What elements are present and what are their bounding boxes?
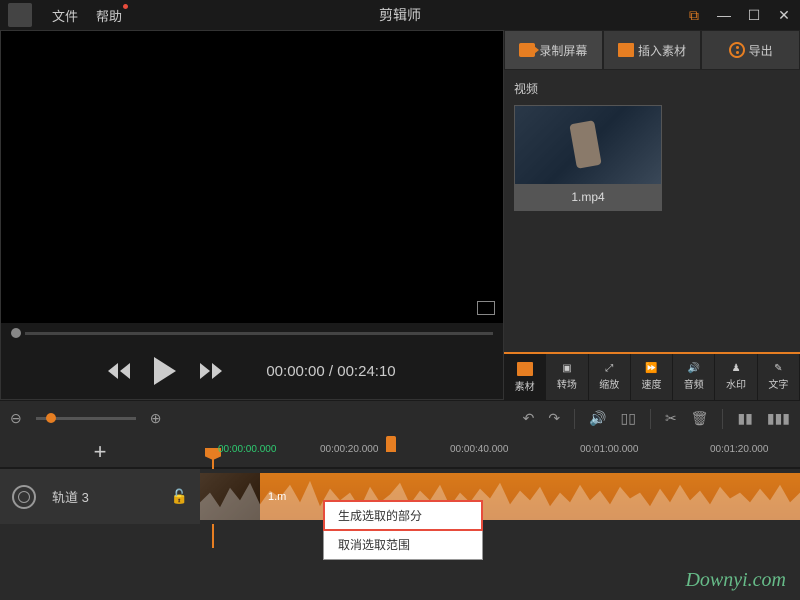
track-header[interactable]: 轨道 3 🔓 — [0, 469, 200, 524]
zoom-handle[interactable] — [46, 413, 56, 423]
delete-button[interactable]: 🗑 — [691, 410, 709, 427]
app-title: 剪辑师 — [379, 5, 421, 25]
rewind-button[interactable] — [108, 363, 130, 379]
material-label: 素材 — [515, 378, 535, 393]
current-time: 00:00:00 — [266, 363, 324, 380]
menu-help-label: 帮助 — [96, 9, 122, 24]
levels2-button[interactable]: ▮▮▮ — [767, 410, 790, 427]
volume-button[interactable]: 🔊 — [589, 410, 606, 427]
tab-transition[interactable]: ▣转场 — [546, 354, 588, 400]
lock-icon[interactable]: 🔓 — [171, 488, 188, 505]
levels-button[interactable]: ▮▮ — [737, 410, 752, 427]
notification-dot — [123, 4, 128, 9]
timeline-toolbar: ⊖ ⊕ ↶ ↷ 🔊 ▯▯ ✂ 🗑 ▮▮ ▮▮▮ — [0, 400, 800, 436]
tool-tabs: 素材 ▣转场 ⤢缩放 ⏩速度 🔊音频 ♟水印 ✎文字 — [504, 352, 800, 400]
seek-bar[interactable] — [1, 323, 503, 343]
seek-track[interactable] — [25, 332, 493, 335]
titlebar: 文件 帮助 剪辑师 ⧉ — ☐ ✕ — [0, 0, 800, 30]
record-label: 录制屏幕 — [539, 42, 587, 59]
ctx-cancel-selection[interactable]: 取消选取范围 — [324, 530, 482, 559]
export-label: 导出 — [749, 42, 773, 59]
watermark-label: 水印 — [726, 376, 746, 391]
audio-label: 音频 — [684, 376, 704, 391]
ruler-tick: 00:00:20.000 — [320, 444, 378, 455]
speed-label: 速度 — [641, 376, 661, 391]
add-track-area: + — [0, 436, 200, 467]
seek-handle[interactable] — [11, 328, 21, 338]
add-track-button[interactable]: + — [94, 439, 107, 465]
transition-label: 转场 — [557, 376, 577, 391]
total-time: 00:24:10 — [337, 363, 395, 380]
media-section-label: 视频 — [514, 80, 790, 97]
split-button[interactable]: ▯▯ — [621, 410, 636, 427]
zoom-out-button[interactable]: ⊖ — [10, 410, 22, 427]
record-screen-button[interactable]: 录制屏幕 — [504, 30, 603, 70]
sidebar-top-buttons: 录制屏幕 插入素材 导出 — [504, 30, 800, 70]
reel-icon — [729, 42, 745, 58]
fullscreen-icon[interactable] — [477, 301, 495, 315]
time-display: 00:00:00 / 00:24:10 — [266, 363, 395, 380]
media-panel: 视频 1.mp4 — [504, 70, 800, 352]
media-thumbnail[interactable]: 1.mp4 — [514, 105, 662, 211]
tab-audio[interactable]: 🔊音频 — [673, 354, 715, 400]
video-preview[interactable] — [1, 31, 503, 323]
waveform — [200, 473, 800, 520]
forward-button[interactable] — [200, 363, 222, 379]
restore-button[interactable]: ⧉ — [686, 7, 702, 24]
record-icon — [519, 43, 535, 57]
track-type-icon — [12, 485, 36, 509]
undo-button[interactable]: ↶ — [523, 410, 535, 427]
context-menu: 生成选取的部分 取消选取范围 — [323, 500, 483, 560]
close-button[interactable]: ✕ — [776, 7, 792, 24]
track-body[interactable]: 1.m — [200, 469, 800, 524]
maximize-button[interactable]: ☐ — [746, 7, 762, 24]
minimize-button[interactable]: — — [716, 7, 732, 24]
selection-end-handle[interactable] — [386, 436, 396, 452]
play-button[interactable] — [154, 357, 176, 385]
playback-controls: 00:00:00 / 00:24:10 — [1, 343, 503, 399]
cursor-time: 00:00:00.000 — [218, 444, 276, 455]
ctx-generate-selection[interactable]: 生成选取的部分 — [324, 501, 482, 530]
user-avatar[interactable] — [8, 3, 32, 27]
tab-speed[interactable]: ⏩速度 — [631, 354, 673, 400]
sidebar: 录制屏幕 插入素材 导出 视频 1.mp4 素材 ▣转场 ⤢缩放 ⏩速度 🔊音频 — [504, 30, 800, 400]
ruler-tick: 00:01:20.000 — [710, 444, 768, 455]
preview-panel: 00:00:00 / 00:24:10 — [0, 30, 504, 400]
main-area: 00:00:00 / 00:24:10 录制屏幕 插入素材 导出 视频 1.mp — [0, 30, 800, 400]
material-icon — [517, 362, 533, 376]
ruler-tick: 00:01:00.000 — [580, 444, 638, 455]
track-name: 轨道 3 — [52, 487, 155, 506]
ruler-body[interactable]: 00:00:00.000 00:00:20.000 00:00:40.000 0… — [200, 436, 800, 467]
tab-watermark[interactable]: ♟水印 — [715, 354, 757, 400]
tab-text[interactable]: ✎文字 — [758, 354, 800, 400]
tab-scale[interactable]: ⤢缩放 — [589, 354, 631, 400]
zoom-slider[interactable] — [36, 417, 136, 420]
insert-label: 插入素材 — [638, 42, 686, 59]
thumbnail-label: 1.mp4 — [515, 184, 661, 210]
scale-label: 缩放 — [599, 376, 619, 391]
video-clip[interactable]: 1.m — [200, 473, 800, 520]
ruler-tick: 00:00:40.000 — [450, 444, 508, 455]
tab-material[interactable]: 素材 — [504, 354, 546, 400]
menu-file[interactable]: 文件 — [52, 6, 78, 25]
site-watermark: Downyi.com — [685, 569, 786, 592]
insert-media-button[interactable]: 插入素材 — [603, 30, 702, 70]
export-button[interactable]: 导出 — [701, 30, 800, 70]
camera-icon — [618, 43, 634, 57]
menu-help[interactable]: 帮助 — [96, 6, 122, 25]
thumbnail-image — [515, 106, 661, 184]
redo-button[interactable]: ↷ — [548, 410, 560, 427]
zoom-in-button[interactable]: ⊕ — [150, 410, 162, 427]
timeline-ruler[interactable]: + 00:00:00.000 00:00:20.000 00:00:40.000… — [0, 436, 800, 468]
cut-button[interactable]: ✂ — [665, 410, 677, 427]
text-label: 文字 — [768, 376, 788, 391]
window-controls: ⧉ — ☐ ✕ — [686, 7, 792, 24]
